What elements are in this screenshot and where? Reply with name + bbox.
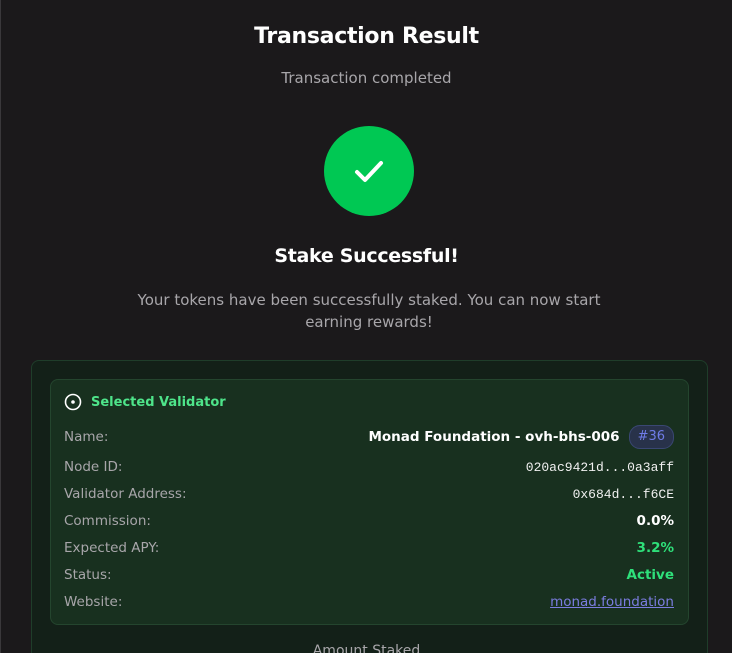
commission-row: Commission: 0.0% (64, 511, 674, 531)
page-subtitle: Transaction completed (281, 69, 452, 87)
validator-section-header: Selected Validator (64, 393, 226, 411)
amount-staked-label: Amount Staked (312, 643, 421, 653)
check-icon (355, 161, 383, 182)
node-id-row: Node ID: 020ac9421d...0a3aff (64, 457, 674, 477)
website-row: Website: monad.foundation (64, 592, 674, 612)
validator-address-value: 0x684d...f6CE (572, 486, 674, 502)
validator-name: Monad Foundation - ovh-bhs-006 (368, 429, 620, 445)
result-description: Your tokens have been successfully stake… (137, 291, 601, 331)
validator-address-label: Validator Address: (64, 486, 187, 502)
expected-apy-value: 3.2% (636, 540, 674, 556)
node-id-label: Node ID: (64, 459, 123, 475)
name-value-group: Monad Foundation - ovh-bhs-006 #36 (368, 425, 674, 449)
node-id-value: 020ac9421d...0a3aff (525, 459, 674, 475)
expected-apy-label: Expected APY: (64, 540, 160, 556)
expected-apy-row: Expected APY: 3.2% (64, 538, 674, 558)
status-label: Status: (64, 567, 112, 583)
result-heading: Stake Successful! (274, 245, 459, 267)
success-badge (324, 126, 414, 216)
validator-section-title: Selected Validator (91, 394, 226, 410)
name-label: Name: (64, 429, 109, 445)
transaction-result-panel: Transaction Result Transaction completed… (0, 0, 732, 653)
page-title: Transaction Result (254, 24, 479, 49)
validator-address-row: Validator Address: 0x684d...f6CE (64, 484, 674, 504)
commission-value: 0.0% (636, 513, 674, 529)
validator-name-row: Name: Monad Foundation - ovh-bhs-006 #36 (64, 425, 674, 449)
status-row: Status: Active (64, 565, 674, 585)
validator-rank-badge: #36 (628, 425, 674, 449)
website-link[interactable]: monad.foundation (550, 594, 674, 610)
status-value: Active (626, 567, 675, 583)
target-circle-icon (64, 393, 82, 411)
website-label: Website: (64, 594, 123, 610)
commission-label: Commission: (64, 513, 151, 529)
